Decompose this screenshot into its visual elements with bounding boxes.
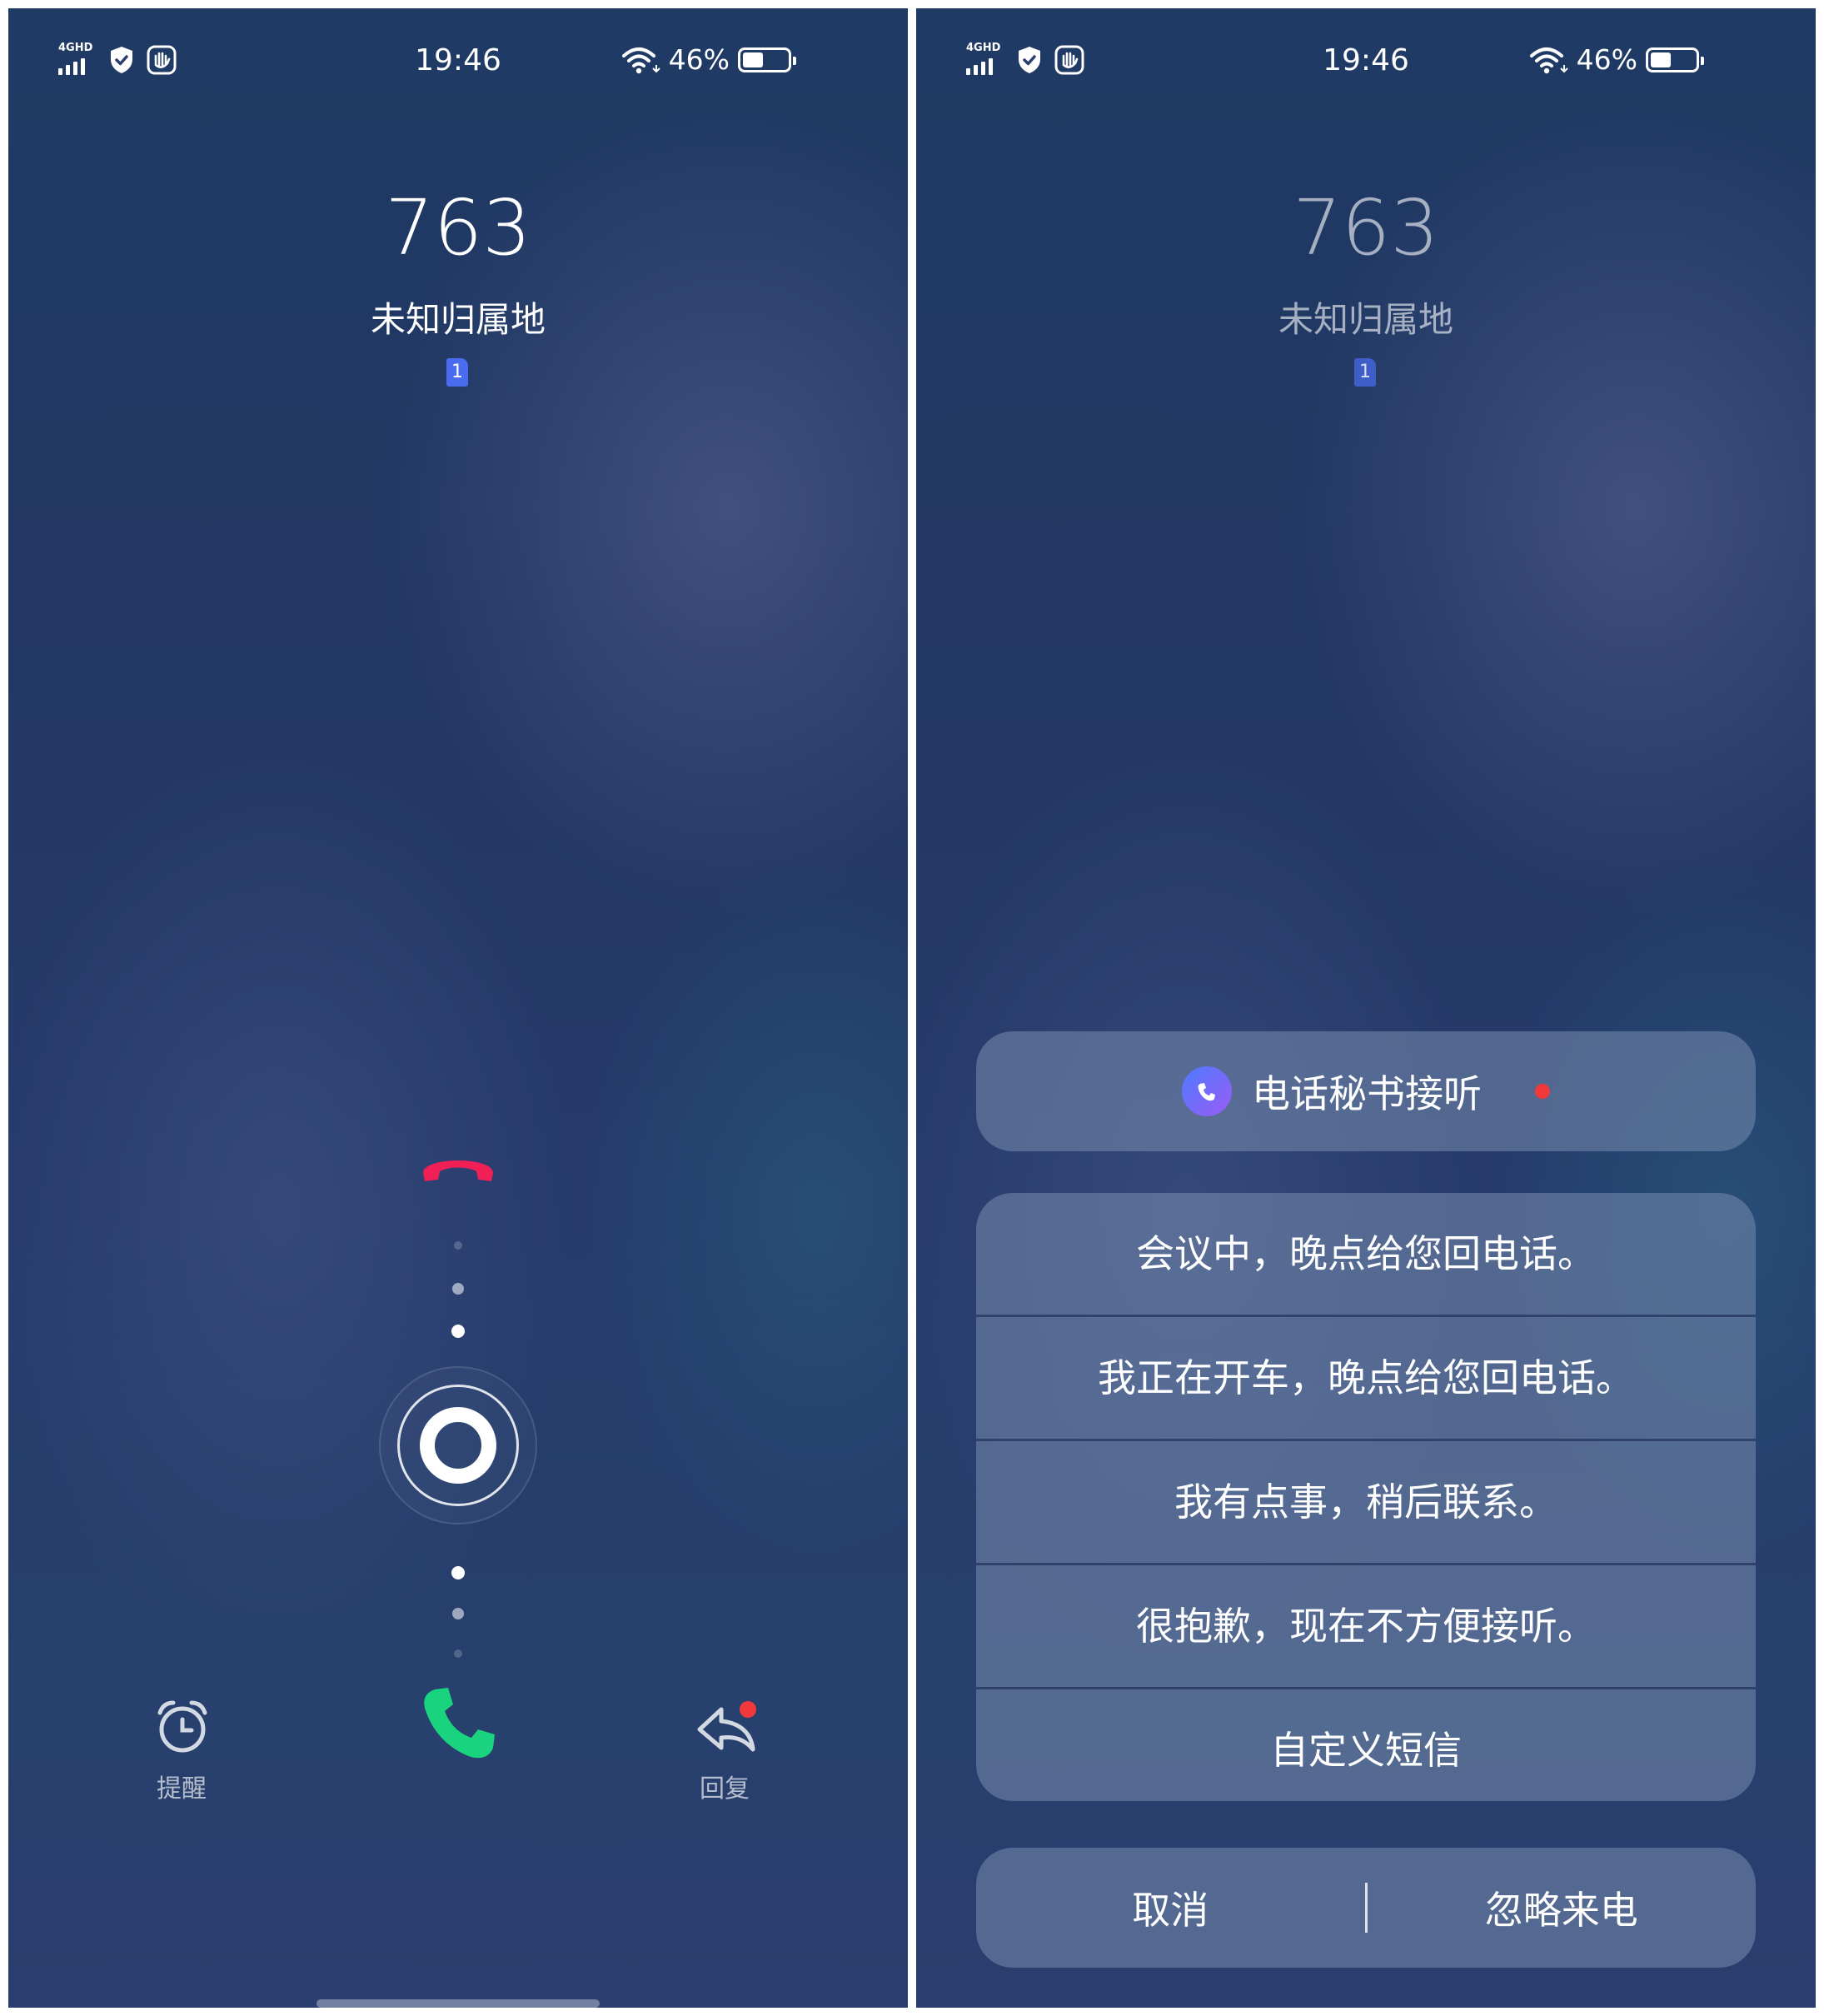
wifi-icon [621, 47, 660, 73]
remind-button[interactable]: 提醒 [115, 1691, 248, 1804]
quick-reply-screen: 4GHD 19:46 46% 763 未知归属地 1 电话秘书接听 会议中，晚点… [916, 8, 1816, 2008]
battery-percent: 46% [1576, 43, 1637, 76]
battery-icon [738, 47, 796, 72]
call-assistant-icon [1182, 1066, 1232, 1116]
swipe-hint-dot [451, 1325, 465, 1338]
home-indicator[interactable] [316, 1999, 600, 2008]
notification-dot [1535, 1084, 1550, 1099]
caller-number: 763 [1293, 183, 1439, 272]
custom-sms-button[interactable]: 自定义短信 [976, 1689, 1756, 1801]
reply-button[interactable]: 回复 [658, 1691, 791, 1804]
status-bar: 4GHD 19:46 46% [8, 8, 908, 117]
caller-location: 未知归属地 [1278, 299, 1453, 340]
call-assistant-label: 电话秘书接听 [1252, 1071, 1482, 1116]
call-assistant-button[interactable]: 电话秘书接听 [976, 1031, 1756, 1151]
ignore-call-button[interactable]: 忽略来电 [1368, 1880, 1757, 1935]
quick-reply-item[interactable]: 很抱歉，现在不方便接听。 [976, 1565, 1756, 1689]
sim-card-icon: 1 [1354, 358, 1376, 387]
answer-call-icon[interactable] [416, 1683, 500, 1766]
caller-number: 763 [385, 183, 531, 272]
swipe-hint-dot [452, 1283, 464, 1295]
sim-card-icon: 1 [446, 358, 468, 387]
battery-percent: 46% [668, 43, 730, 76]
wifi-icon [1529, 47, 1568, 73]
alarm-clock-icon [157, 1700, 207, 1753]
battery-icon [1646, 47, 1704, 72]
swipe-hint-dot [451, 1566, 465, 1579]
swipe-hint-dot [454, 1241, 462, 1250]
quick-reply-item[interactable]: 我正在开车，晚点给您回电话。 [976, 1317, 1756, 1441]
reply-arrow-icon [697, 1701, 756, 1752]
swipe-hint-dot [452, 1608, 464, 1619]
quick-reply-list: 会议中，晚点给您回电话。 我正在开车，晚点给您回电话。 我有点事，稍后联系。 很… [976, 1193, 1756, 1801]
quick-reply-item[interactable]: 会议中，晚点给您回电话。 [976, 1193, 1756, 1317]
status-bar: 4GHD 19:46 46% [916, 8, 1816, 117]
reply-sheet-actions: 取消 忽略来电 [976, 1848, 1756, 1968]
incoming-call-screen: 4GHD 19:46 46% 763 未知归属地 1 提醒 回复 [8, 8, 908, 2008]
swipe-hint-dot [454, 1649, 462, 1658]
answer-slider-handle[interactable] [420, 1407, 496, 1484]
decline-call-icon[interactable] [416, 1141, 500, 1191]
cancel-button[interactable]: 取消 [976, 1880, 1365, 1935]
remind-label: 提醒 [157, 1774, 207, 1804]
caller-location: 未知归属地 [370, 299, 546, 340]
reply-label: 回复 [700, 1774, 750, 1804]
quick-reply-item[interactable]: 我有点事，稍后联系。 [976, 1441, 1756, 1565]
